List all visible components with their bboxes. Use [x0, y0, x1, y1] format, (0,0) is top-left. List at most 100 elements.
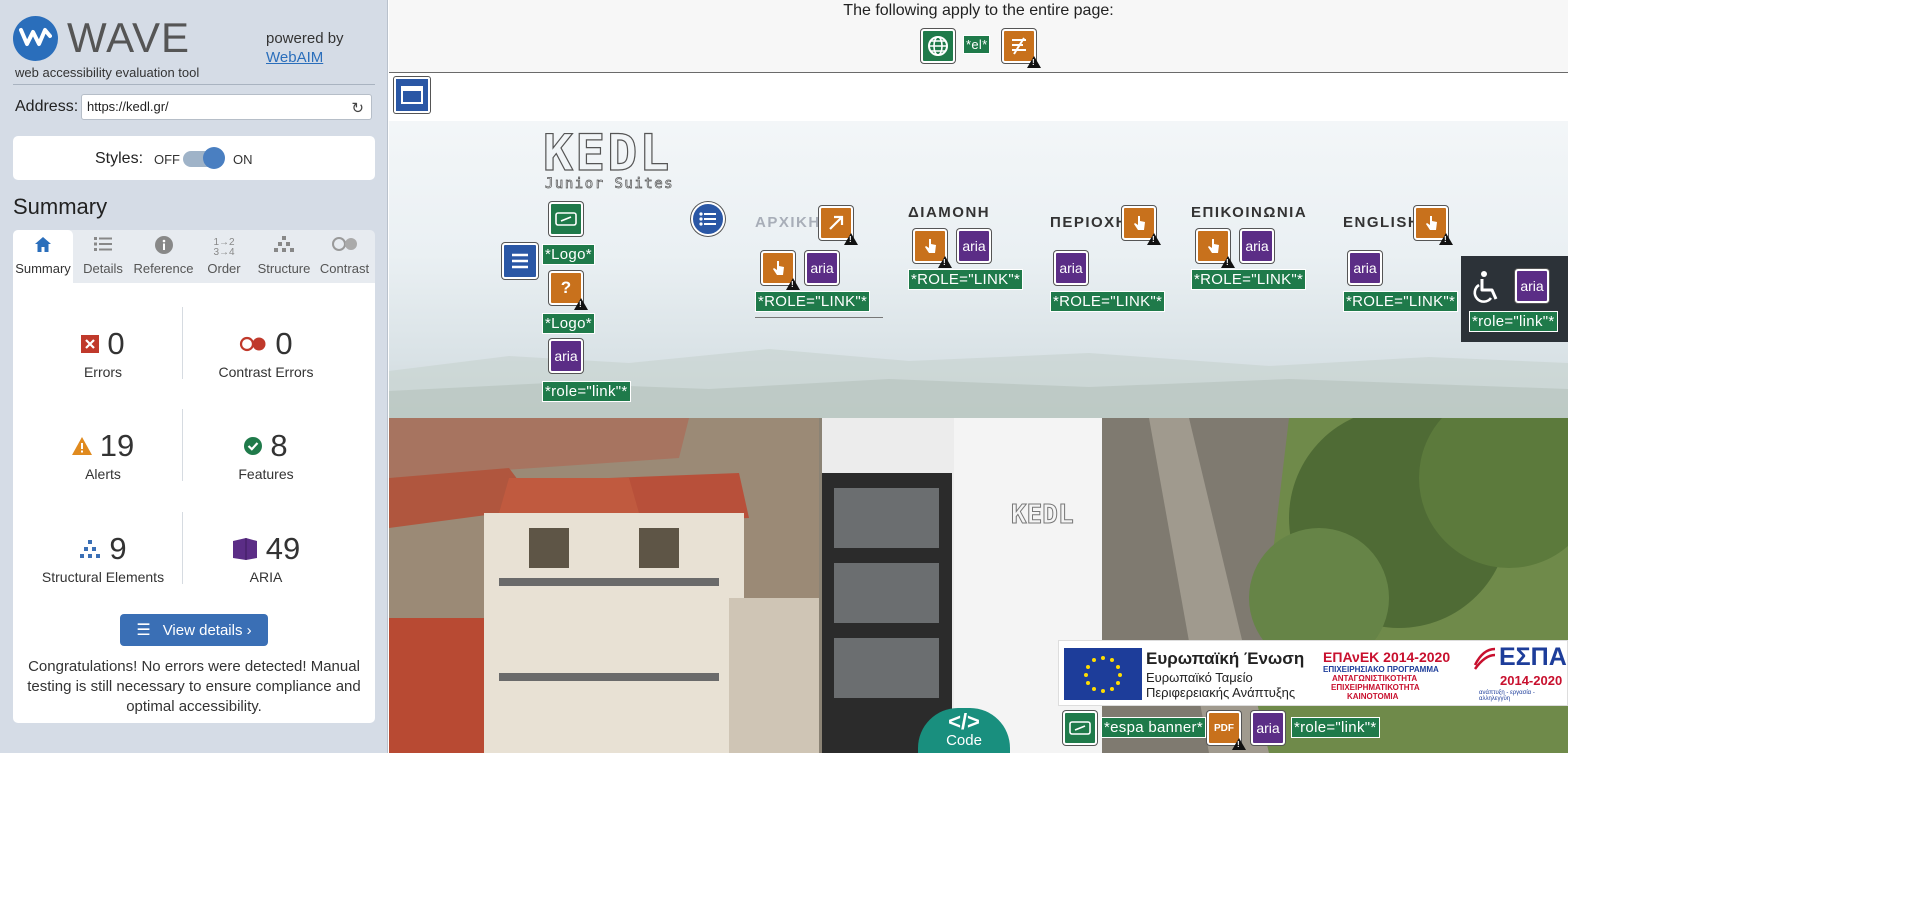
aria-badge-icon[interactable]: aria: [805, 251, 839, 285]
nav-item-stay[interactable]: ΔΙΑΜΟΝΗ: [908, 204, 990, 221]
reload-icon[interactable]: ↻: [351, 99, 364, 117]
unordered-list-icon[interactable]: [691, 202, 725, 236]
warning-badge-icon: [844, 233, 858, 245]
logo-alt-label-2[interactable]: *Logo*: [542, 313, 595, 334]
espa-banner-alt-label[interactable]: *espa banner*: [1101, 717, 1206, 738]
language-label[interactable]: *el*: [963, 35, 991, 54]
nav-item-home[interactable]: ΑΡΧΙΚΗ: [755, 214, 821, 231]
wave-sidebar: WAVE web accessibility evaluation tool p…: [0, 0, 388, 753]
navigation-region-icon[interactable]: [502, 243, 538, 279]
redundant-title-alert-icon[interactable]: [1002, 29, 1041, 68]
summary-panel: 0 Errors 0 Contrast Errors 19 Alerts 8 F…: [13, 283, 375, 723]
epanek-sub2: ΑΝΤΑΓΩΝΙΣΤΙΚΟΤΗΤΑ: [1332, 674, 1418, 683]
page-level-banner: The following apply to the entire page: …: [389, 0, 1568, 73]
info-icon: [133, 230, 194, 258]
view-details-button[interactable]: ☰ View details ›: [120, 614, 268, 646]
event-handler-alert-icon[interactable]: [1414, 206, 1453, 245]
stat-contrast-errors[interactable]: 0 Contrast Errors: [181, 326, 351, 380]
epanek-sub1: ΕΠΙΧΕΙΡΗΣΙΑΚΟ ΠΡΟΓΡΑΜΜΑ: [1323, 665, 1439, 674]
tab-structure[interactable]: Structure: [254, 230, 314, 283]
contrast-errors-count: 0: [275, 326, 293, 361]
aria-text: aria: [810, 260, 834, 276]
aria-badge-icon[interactable]: aria: [1348, 251, 1382, 285]
stat-alerts[interactable]: 19 Alerts: [18, 428, 188, 482]
role-link-label[interactable]: *ROLE="LINK"*: [908, 269, 1024, 290]
aria-badge-icon[interactable]: aria: [957, 229, 991, 263]
site-logo[interactable]: KEDL Junior Suites: [542, 123, 673, 194]
page-preview: The following apply to the entire page: …: [389, 0, 1568, 753]
role-link-label[interactable]: *ROLE="LINK"*: [1050, 291, 1166, 312]
tab-summary-label: Summary: [15, 261, 71, 276]
espa-title: ΕΣΠΑ: [1499, 643, 1567, 671]
styles-toggle-card: Styles: OFF ON: [13, 136, 375, 180]
address-input[interactable]: [87, 99, 347, 114]
tab-contrast[interactable]: Contrast: [314, 230, 375, 283]
wheelchair-icon[interactable]: [1471, 270, 1503, 304]
building-sign-text: KEDL: [1011, 500, 1074, 530]
nav-item-contact[interactable]: ΕΠΙΚΟΙΝΩΝΙΑ: [1191, 204, 1307, 221]
role-link-label[interactable]: *role="link"*: [1469, 311, 1558, 332]
suspicious-alt-alert-icon[interactable]: ?: [549, 271, 588, 310]
tab-reference[interactable]: Reference: [133, 230, 194, 283]
event-handler-alert-icon[interactable]: [913, 229, 952, 268]
aria-badge-icon[interactable]: aria: [1054, 251, 1088, 285]
tab-details[interactable]: Details: [73, 230, 133, 283]
styles-toggle-knob[interactable]: [203, 147, 225, 169]
role-link-label[interactable]: *role="link"*: [542, 381, 631, 402]
espa-banner[interactable]: Ευρωπαϊκή Ένωση Ευρωπαϊκό Ταμείο Περιφερ…: [1058, 640, 1568, 706]
eu-flag: [1064, 648, 1142, 700]
stat-features[interactable]: 8 Features: [181, 428, 351, 482]
role-link-label[interactable]: *ROLE="LINK"*: [755, 291, 871, 312]
address-field[interactable]: ↻: [81, 94, 372, 120]
site-logo-graphic: KEDL Junior Suites: [542, 123, 673, 192]
event-handler-alert-icon[interactable]: [1122, 206, 1161, 245]
site-logo-subtext: Junior Suites: [545, 176, 673, 192]
aria-text: aria: [1059, 260, 1083, 276]
logo-alt-label[interactable]: *Logo*: [542, 244, 595, 265]
aria-badge-icon[interactable]: aria: [1240, 229, 1274, 263]
warning-badge-icon: [1232, 738, 1246, 750]
tab-contrast-label: Contrast: [319, 261, 370, 276]
aria-badge-icon[interactable]: aria: [549, 339, 583, 373]
accessibility-widget-panel[interactable]: aria *role="link"*: [1461, 256, 1568, 342]
pdf-link-alert-icon[interactable]: PDF: [1207, 711, 1246, 750]
role-link-label[interactable]: *role="link"*: [1291, 717, 1380, 738]
code-icon: </>: [948, 709, 980, 734]
errors-count: 0: [107, 326, 125, 361]
view-details-label: View details ›: [162, 621, 252, 639]
nav-item-area[interactable]: ΠΕΡΙΟΧΗ: [1050, 214, 1128, 231]
role-link-label[interactable]: *ROLE="LINK"*: [1343, 291, 1459, 312]
feature-check-icon: [244, 437, 263, 455]
error-icon: [81, 335, 100, 353]
espa-years: 2014-2020: [1500, 673, 1563, 688]
nav-item-english[interactable]: ENGLISH: [1343, 214, 1420, 231]
page-level-banner-text: The following apply to the entire page:: [843, 2, 1114, 19]
stat-errors[interactable]: 0 Errors: [18, 326, 188, 380]
tab-order[interactable]: 1→2 3→4 Order: [194, 230, 254, 283]
epanek-title: ΕΠΑνΕΚ 2014-2020: [1323, 649, 1451, 665]
webaim-link[interactable]: WebAIM: [266, 49, 323, 66]
epanek-sub4: ΚΑΙΝΟΤΟΜΙΑ: [1347, 692, 1399, 701]
warning-badge-icon: [938, 256, 952, 268]
tab-details-label: Details: [83, 261, 123, 276]
language-globe-icon[interactable]: [921, 29, 955, 63]
link-alert-icon[interactable]: [819, 206, 858, 245]
aria-badge-icon[interactable]: aria: [1251, 711, 1285, 745]
aria-text: aria: [554, 348, 578, 364]
code-toggle-button[interactable]: </> Code: [918, 708, 1010, 753]
tab-summary[interactable]: Summary: [13, 230, 73, 283]
stat-aria[interactable]: 49 ARIA: [181, 531, 351, 585]
eu-sub1: Ευρωπαϊκό Ταμείο: [1146, 670, 1253, 685]
event-handler-alert-icon[interactable]: [1196, 229, 1235, 268]
home-icon: [13, 230, 73, 258]
role-link-label[interactable]: *ROLE="LINK"*: [1191, 269, 1307, 290]
header-region-icon[interactable]: [394, 77, 430, 113]
stat-structural[interactable]: 9 Structural Elements: [18, 531, 188, 585]
aria-badge-icon[interactable]: aria: [1515, 269, 1549, 303]
event-handler-alert-icon[interactable]: [761, 251, 800, 290]
linked-image-icon[interactable]: [1063, 711, 1097, 745]
panel-tabs: Summary Details Reference 1→23→4 Order: [13, 230, 375, 283]
linked-image-icon[interactable]: [549, 202, 583, 236]
contrast-error-icon: [240, 336, 266, 352]
features-label: Features: [238, 466, 294, 482]
